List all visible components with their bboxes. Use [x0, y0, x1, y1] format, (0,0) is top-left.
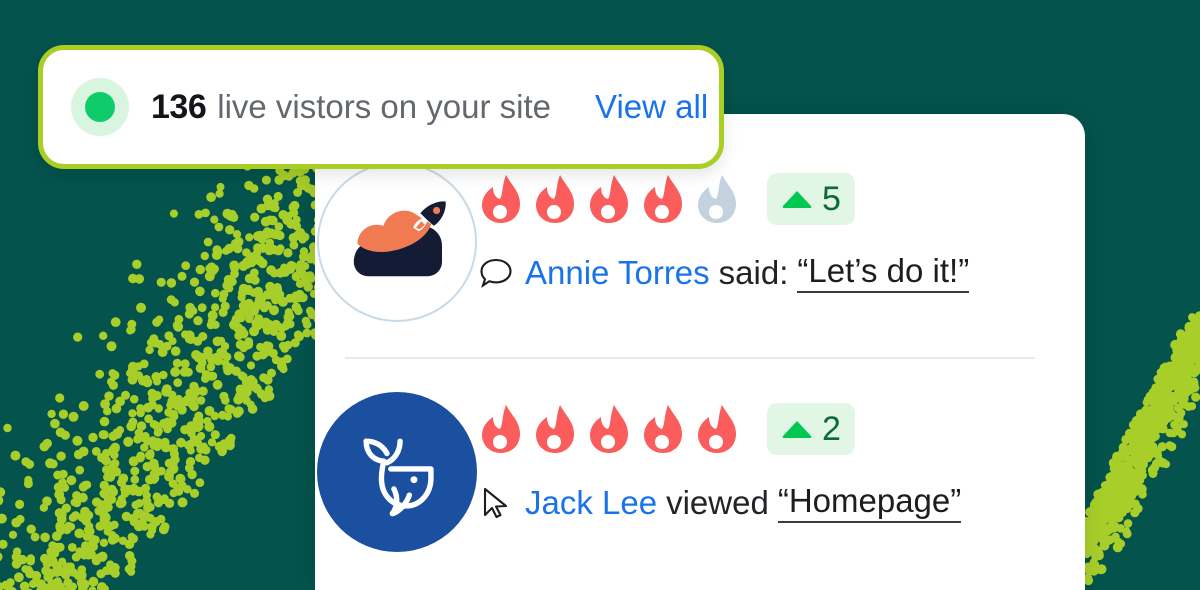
flame-icon-filled [590, 175, 628, 223]
flame-icon-filled [482, 405, 520, 453]
live-status-dot-halo [71, 78, 129, 136]
flame-rating: 2 [479, 398, 1085, 460]
cursor-pointer-icon [483, 487, 508, 518]
trend-badge: 2 [767, 403, 855, 455]
live-status-dot [85, 92, 115, 122]
actor-name[interactable]: Jack Lee [525, 484, 657, 522]
actor-name[interactable]: Annie Torres [525, 254, 710, 292]
rocket-cloud-icon [353, 201, 446, 277]
flame-icon-filled [644, 405, 682, 453]
flame-icon-filled [698, 405, 736, 453]
trend-badge: 5 [767, 173, 855, 225]
flame-rating: 5 [479, 168, 1085, 230]
whale-avatar[interactable] [317, 392, 477, 552]
trend-value: 2 [822, 410, 841, 448]
activity-event-line: Jack Lee viewed “Homepage” [479, 482, 1085, 523]
flame-icon-filled [482, 175, 520, 223]
activity-row-1[interactable]: 5 Annie Torres said: “Let’s do it!” [315, 162, 1085, 322]
activity-row-2[interactable]: 2 Jack Lee viewed “Homepage” [315, 392, 1085, 552]
triangle-up-icon [782, 421, 812, 438]
flame-icon-filled [536, 175, 574, 223]
flame-icon-filled [590, 405, 628, 453]
row-divider [345, 357, 1035, 359]
live-visitor-count: 136 [151, 87, 207, 126]
rocket-cloud-avatar[interactable] [317, 162, 477, 322]
avatar-container [315, 162, 479, 322]
whale-icon [363, 438, 434, 517]
activity-event-line: Annie Torres said: “Let’s do it!” [479, 252, 1085, 293]
live-visitor-label: live vistors on your site [217, 88, 552, 125]
live-visitors-bar: 136 live vistors on your site View all [38, 45, 724, 169]
flame-icon-filled [536, 405, 574, 453]
flame-icon-empty [698, 175, 736, 223]
screenshot-stage: 5 Annie Torres said: “Let’s do it!” 2 Ja… [0, 0, 1200, 590]
activity-card: 5 Annie Torres said: “Let’s do it!” 2 Ja… [315, 114, 1085, 590]
speech-bubble-icon [480, 258, 512, 288]
activity-row-body: 2 Jack Lee viewed “Homepage” [479, 392, 1085, 523]
flame-icon-filled [644, 175, 682, 223]
triangle-up-icon [782, 191, 812, 208]
event-target[interactable]: “Let’s do it!” [797, 252, 970, 293]
avatar-container [315, 392, 479, 552]
event-verb: said: [718, 253, 789, 291]
trend-value: 5 [822, 180, 841, 218]
activity-row-body: 5 Annie Torres said: “Let’s do it!” [479, 162, 1085, 293]
event-verb: viewed [666, 483, 769, 521]
view-all-link[interactable]: View all [595, 88, 708, 126]
event-target[interactable]: “Homepage” [777, 482, 962, 523]
